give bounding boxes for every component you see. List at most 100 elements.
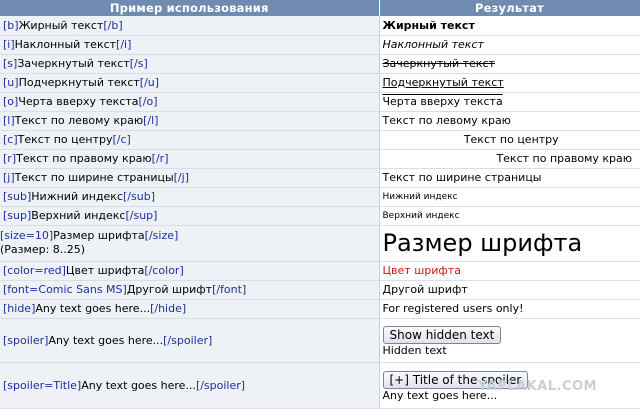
bbcode-close-tag: [/hide] [150,302,187,315]
bbcode-close-tag: [/o] [138,95,158,108]
table-row: [spoiler]Any text goes here...[/spoiler]… [0,318,640,363]
bbcode-close-tag: [/c] [112,133,131,146]
bbcode-close-tag: [/sup] [125,209,158,222]
result-underline-cell: Подчеркнутый текст [379,73,640,93]
bbcode-close-tag: [/spoiler] [163,333,213,347]
result-hide: For registered users only! [379,299,640,319]
bbcode-open-tag: [j] [3,171,15,184]
header-usage-example: Пример использования [0,0,380,16]
usage-right: [r]Текст по правому краю[/r] [0,149,380,169]
bbcode-close-tag: [/color] [144,264,184,277]
result-left: Текст по левому краю [379,111,640,131]
result-right: Текст по правому краю [379,149,640,169]
bbcode-open-tag: [u] [3,76,19,89]
table-row: [sub]Нижний индекс[/sub] Нижний индекс [0,187,640,207]
usage-sub: [sub]Нижний индекс[/sub] [0,187,380,207]
bbcode-text: Наклонный текст [14,38,117,51]
result-bold: Жирный текст [379,16,640,36]
bbcode-text: Размер шрифта [53,229,145,242]
bbcode-close-tag: [/size] [144,229,179,242]
table-row: [b]Жирный текст[/b] Жирный текст [0,16,640,36]
table-row: [o]Черта вверху текста[/o] Черта вверху … [0,92,640,112]
bbcode-close-tag: [/sub] [123,190,155,203]
result-overline: Черта вверху текста [382,95,503,108]
bbcode-open-tag: [r] [3,152,17,165]
usage-italic: [i]Наклонный текст[/i] [0,35,380,55]
bbcode-close-tag: [/i] [116,38,132,51]
size-range-note: (Размер: 8..25) [0,243,86,256]
table-row: [i]Наклонный текст[/i] Наклонный текст [0,35,640,55]
bbcode-open-tag: [font=Comic Sans MS] [3,283,127,296]
usage-color: [color=red]Цвет шрифта[/color] [0,261,380,281]
bbcode-open-tag: [spoiler=Title] [3,378,82,392]
bbcode-close-tag: [/r] [151,152,169,165]
result-italic: Наклонный текст [379,35,640,55]
bbcode-text: Текст по правому краю [16,152,152,165]
usage-left: [l]Текст по левому краю[/l] [0,111,380,131]
bbcode-close-tag: [/s] [129,57,148,70]
show-hidden-text-button[interactable]: Show hidden text [382,326,502,344]
bbcode-open-tag: [size=10] [0,229,54,242]
table-row: [j]Текст по ширине страницы[/j] Текст по… [0,168,640,188]
usage-hide: [hide]Any text goes here...[/hide] [0,299,380,319]
bbcode-text: Текст по ширине страницы [14,171,174,184]
bbcode-text: Нижний индекс [31,190,124,203]
usage-center: [c]Текст по центру[/c] [0,130,380,150]
bbcode-open-tag: [c] [3,133,18,146]
result-justify: Текст по ширине страницы [379,168,640,188]
usage-font: [font=Comic Sans MS]Другой шрифт[/font] [0,280,380,300]
result-center: Текст по центру [379,130,640,150]
bbcode-open-tag: [l] [3,114,15,127]
bbcode-text: Жирный текст [18,18,104,32]
bbcode-close-tag: [/b] [103,18,123,32]
table-row: [l]Текст по левому краю[/l] Текст по лев… [0,111,640,131]
result-strike: Зачеркнутый текст [379,54,640,74]
bbcode-close-tag: [/spoiler] [195,378,246,392]
result-sub: Нижний индекс [379,187,640,207]
bbcode-text: Any text goes here... [81,378,196,392]
usage-overline: [o]Черта вверху текста[/o] [0,92,380,112]
usage-bold: [b]Жирный текст[/b] [0,16,380,36]
bbcode-close-tag: [/u] [139,76,160,89]
bbcode-open-tag: [color=red] [3,264,66,277]
bbcode-text: Подчеркнутый текст [18,76,140,89]
bbcode-text: Цвет шрифта [65,264,145,277]
bbcode-text: Текст по левому краю [14,114,144,127]
bbcode-open-tag: [sub] [3,190,32,203]
usage-sup: [sup]Верхний индекс[/sup] [0,206,380,226]
header-result: Результат [379,0,640,16]
bbcode-open-tag: [sup] [3,209,32,222]
bbcode-open-tag: [o] [3,95,19,108]
bbcode-text: Другой шрифт [126,283,213,296]
bbcode-text: Текст по центру [17,133,113,146]
usage-strike: [s]Зачеркнутый текст[/s] [0,54,380,74]
result-color: Цвет шрифта [379,261,640,281]
bbcode-close-tag: [/font] [212,283,247,296]
bbcode-text: Черта вверху текста [18,95,139,108]
bbcode-open-tag: [s] [3,57,18,70]
site-watermark: YAPLAKAL.COM [478,379,597,394]
bbcode-text: Верхний индекс [31,209,126,222]
bbcode-text: Any text goes here... [35,302,151,315]
table-row: [sup]Верхний индекс[/sup] Верхний индекс [0,206,640,226]
bbcode-open-tag: [b] [3,18,19,32]
table-row: [size=10]Размер шрифта[/size] (Размер: 8.… [0,225,640,262]
result-underline: Подчеркнутый текст [382,76,504,89]
table-row: [u]Подчеркнутый текст[/u] Подчеркнутый т… [0,73,640,93]
result-sup: Верхний индекс [379,206,640,226]
table-row: [font=Comic Sans MS]Другой шрифт[/font] … [0,280,640,300]
usage-spoiler: [spoiler]Any text goes here...[/spoiler] [0,318,380,363]
bbcode-open-tag: [hide] [3,302,36,315]
result-spoiler: Show hidden text Hidden text [379,318,640,363]
usage-justify: [j]Текст по ширине страницы[/j] [0,168,380,188]
table-row: [c]Текст по центру[/c] Текст по центру [0,130,640,150]
result-font: Другой шрифт [379,280,640,300]
table-row: [s]Зачеркнутый текст[/s] Зачеркнутый тек… [0,54,640,74]
bbcode-close-tag: [/l] [143,114,159,127]
usage-spoiler-title: [spoiler=Title]Any text goes here...[/sp… [0,362,380,409]
bbcode-table: Пример использования Результат [b]Жирный… [0,0,640,409]
bbcode-open-tag: [i] [3,38,15,51]
table-row: [color=red]Цвет шрифта[/color] Цвет шриф… [0,261,640,281]
result-overline-cell: Черта вверху текста [379,92,640,112]
usage-underline: [u]Подчеркнутый текст[/u] [0,73,380,93]
